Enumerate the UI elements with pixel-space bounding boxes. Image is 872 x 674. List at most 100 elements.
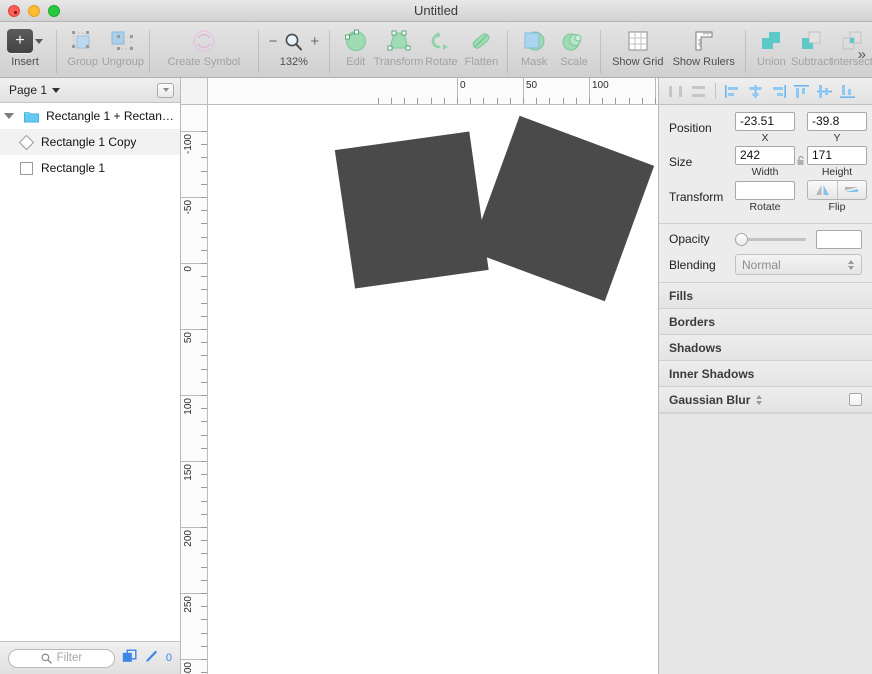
toolbar-transform-label: Transform [373, 56, 424, 68]
blur-checkbox[interactable] [849, 393, 862, 406]
section-fills-label: Fills [669, 288, 694, 303]
layer-row-rectangle-1[interactable]: Rectangle 1 [0, 155, 180, 181]
toolbar-flatten[interactable]: Flatten [461, 28, 501, 68]
toolbar-insert[interactable]: + Insert [0, 28, 50, 68]
transform-icon [386, 28, 412, 54]
page-bar: Page 1 [0, 78, 180, 103]
toolbar-show-rulers[interactable]: Show Rulers [669, 28, 739, 68]
ruler-tick-minor [201, 606, 207, 607]
page-selector[interactable]: Page 1 [9, 83, 61, 97]
toolbar-scale[interactable]: Scale [554, 28, 594, 68]
zoom-control[interactable]: − + 132% [265, 28, 324, 68]
section-fills[interactable]: Fills [659, 283, 872, 309]
scale-icon [562, 28, 586, 54]
flip-v-icon[interactable] [836, 181, 867, 199]
pencil-icon[interactable] [144, 649, 159, 667]
ruler-tick-minor [201, 514, 207, 515]
toolbar-union[interactable]: Union [751, 28, 791, 68]
ruler-tick-minor [201, 421, 207, 422]
ruler-tick-minor [536, 98, 537, 104]
ruler-tick-minor [201, 197, 207, 198]
toolbar-transform[interactable]: Transform [373, 28, 424, 68]
toolbar-ungroup-label: Ungroup [101, 56, 145, 68]
toolbar-flatten-label: Flatten [464, 56, 499, 68]
ruler-label: 0 [460, 80, 466, 91]
zoom-level: 132% [279, 56, 308, 68]
toolbar-subtract[interactable]: Subtract [791, 28, 832, 68]
toolbar-group[interactable]: Group [63, 28, 103, 68]
zoom-out-button[interactable]: − [269, 34, 278, 49]
ruler-corner [181, 78, 208, 104]
toolbar-ungroup[interactable]: Ungroup [101, 28, 145, 68]
ruler-label: 0 [183, 266, 194, 272]
toolbar-show-grid[interactable]: Show Grid [607, 28, 669, 68]
flip-h-icon[interactable] [808, 181, 837, 199]
zoom-in-button[interactable]: + [310, 34, 319, 49]
ruler-label: 300 [183, 662, 194, 674]
position-y-input[interactable]: -39.8 [807, 112, 867, 131]
layer-label-rectangle-1: Rectangle 1 [41, 161, 106, 175]
filter-input[interactable]: Filter [8, 648, 115, 668]
ruler-label: 50 [183, 332, 194, 344]
ruler-tick-minor [201, 646, 207, 647]
toolbar-overflow-button[interactable]: » [858, 46, 866, 63]
layer-row-group[interactable]: Rectangle 1 + Rectang… [0, 103, 180, 129]
opacity-slider[interactable] [735, 229, 806, 249]
disclosure-triangle-icon[interactable] [0, 113, 17, 119]
distribute-h-icon[interactable] [665, 81, 686, 101]
ruler-tick-minor [497, 98, 498, 104]
design-canvas[interactable] [208, 105, 658, 674]
opacity-slider-knob[interactable] [735, 233, 748, 246]
ruler-tick-minor [549, 98, 550, 104]
lock-open-icon[interactable] [797, 155, 805, 169]
blending-select[interactable]: Normal [735, 254, 862, 275]
size-width-input[interactable]: 242 [735, 146, 795, 165]
align-left-icon[interactable] [722, 81, 743, 101]
toolbar-edit[interactable]: Edit [336, 28, 376, 68]
ruler-tick-minor [444, 98, 445, 104]
align-top-icon[interactable] [791, 81, 812, 101]
position-x-sublabel: X [761, 132, 769, 144]
ruler-tick-minor [201, 171, 207, 172]
align-right-icon[interactable] [768, 81, 789, 101]
align-center-icon[interactable] [745, 81, 766, 101]
ruler-tick-minor [201, 184, 207, 185]
rectangle-1[interactable] [470, 115, 655, 302]
opacity-input[interactable] [816, 229, 862, 249]
filter-bar: Filter 0 [0, 641, 180, 674]
rotate-input[interactable] [735, 180, 795, 200]
layer-row-rectangle-1-copy[interactable]: Rectangle 1 Copy [0, 129, 180, 155]
position-x-input[interactable]: -23.51 [735, 112, 795, 131]
plus-icon: + [7, 28, 43, 54]
section-inner-shadows[interactable]: Inner Shadows [659, 361, 872, 387]
ruler-tick-minor [201, 672, 207, 673]
duplicate-icon[interactable] [122, 649, 137, 667]
ruler-tick-minor [201, 131, 207, 132]
toolbar-mask[interactable]: Mask [514, 28, 554, 68]
toolbar-rotate[interactable]: Rotate [421, 28, 461, 68]
section-borders[interactable]: Borders [659, 309, 872, 335]
size-height-input[interactable]: 171 [807, 146, 867, 165]
toolbar-create-symbol[interactable]: Create Symbol [156, 28, 252, 68]
vertical-ruler[interactable]: -100 -50 0 50 100 150 200 250 300 [181, 105, 208, 674]
section-shadows[interactable]: Shadows [659, 335, 872, 361]
horizontal-ruler-track[interactable]: 050100150200250 [208, 78, 658, 104]
distribute-v-icon[interactable] [688, 81, 709, 101]
horizontal-ruler[interactable]: 050100150200250 [181, 78, 658, 105]
toolbar-scale-label: Scale [560, 56, 588, 68]
align-bottom-icon[interactable] [837, 81, 858, 101]
ruler-tick-minor [201, 395, 207, 396]
ruler-tick-minor [201, 289, 207, 290]
position-row: Position -23.51 X -39.8 Y [669, 112, 867, 144]
diamond-icon [18, 134, 35, 151]
ruler-tick-minor [201, 527, 207, 528]
toolbar-divider-7 [744, 30, 746, 73]
blending-value: Normal [742, 257, 781, 272]
section-gaussian-blur[interactable]: Gaussian Blur [659, 387, 872, 413]
inspector-panel: Position -23.51 X -39.8 Y Size 242 Width… [658, 78, 872, 674]
page-menu-button[interactable] [157, 82, 174, 98]
layer-label-rectangle-1-copy: Rectangle 1 Copy [41, 135, 137, 149]
rectangle-1-copy[interactable] [334, 131, 489, 289]
blur-type-stepper-icon[interactable] [755, 394, 763, 406]
align-middle-icon[interactable] [814, 81, 835, 101]
